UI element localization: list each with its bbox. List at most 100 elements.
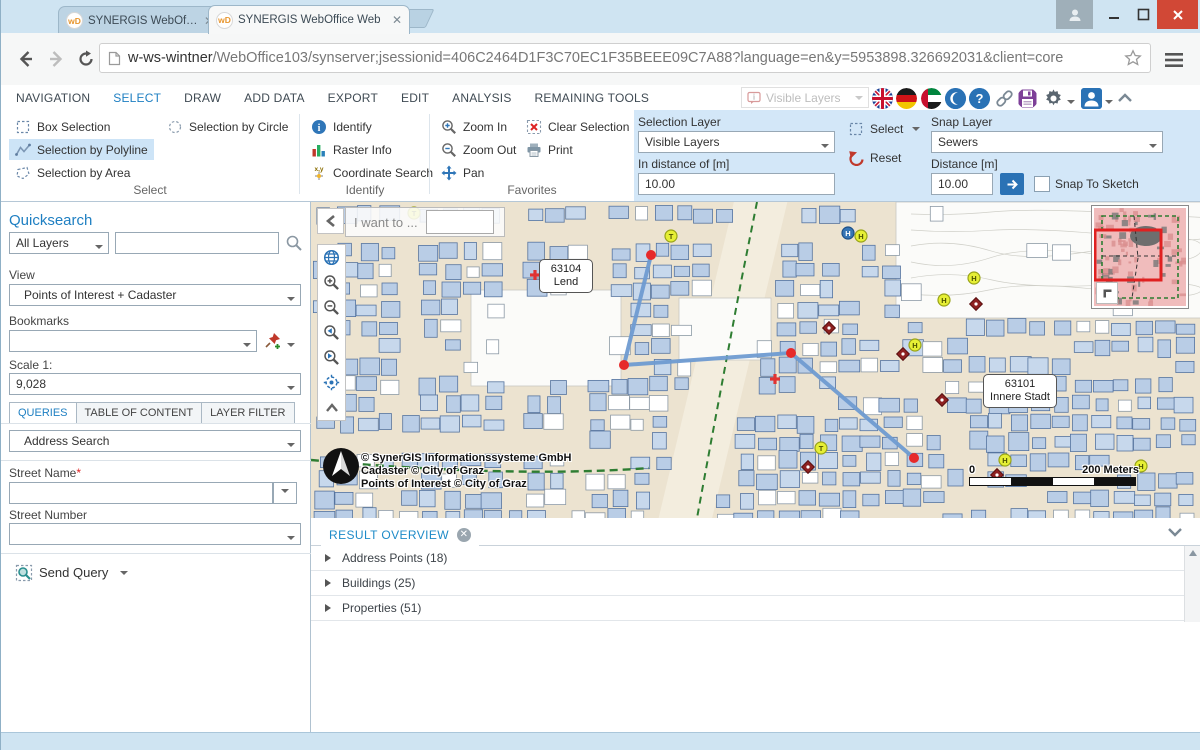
map-zoom-out-icon[interactable] xyxy=(318,295,345,320)
svg-text:x,y: x,y xyxy=(314,166,323,173)
i-want-to-widget[interactable]: I want to ... xyxy=(345,207,505,237)
add-bookmark-pin-icon[interactable] xyxy=(263,331,283,356)
street-name-input[interactable] xyxy=(9,482,273,504)
reset-button[interactable]: Reset xyxy=(842,147,907,168)
url-text: w-ws-wintner/WebOffice103/synserver;jses… xyxy=(128,50,1117,66)
browser-tab-admin[interactable]: wD SYNERGIS WebOffice Adm ✕ xyxy=(58,6,222,34)
result-overview-tab[interactable]: RESULT OVERVIEW ✕ xyxy=(321,522,479,548)
save-icon[interactable] xyxy=(1017,88,1038,109)
query-type-dropdown[interactable]: Address Search xyxy=(9,430,301,452)
zoom-out-icon xyxy=(441,142,457,158)
ribbon-tab-add-data[interactable]: ADD DATA xyxy=(244,91,305,105)
minimize-button[interactable] xyxy=(1099,0,1129,29)
ribbon-tab-analysis[interactable]: ANALYSIS xyxy=(452,91,511,105)
ribbon-tab-remaining-tools[interactable]: REMAINING TOOLS xyxy=(535,91,650,105)
search-icon[interactable] xyxy=(285,234,303,257)
divider xyxy=(1,423,311,424)
ribbon-tab-draw[interactable]: DRAW xyxy=(184,91,221,105)
bookmark-star-icon[interactable] xyxy=(1124,49,1142,67)
svg-text:?: ? xyxy=(976,91,984,106)
ribbon-tab-edit[interactable]: EDIT xyxy=(401,91,429,105)
scale-dropdown[interactable]: 9,028 xyxy=(9,373,301,395)
ribbon-tab-select[interactable]: SELECT xyxy=(113,91,161,105)
quicksearch-layer-dropdown[interactable]: All Layers xyxy=(9,232,109,254)
selection-layer-dropdown[interactable]: Visible Layers xyxy=(638,131,835,153)
result-panel-collapse-icon[interactable] xyxy=(1167,525,1183,544)
scale-bar-segments xyxy=(969,477,1136,486)
user-account-icon[interactable] xyxy=(1081,88,1102,109)
full-extent-globe-icon[interactable] xyxy=(318,245,345,270)
zoom-previous-icon[interactable] xyxy=(318,320,345,345)
maximize-button[interactable] xyxy=(1129,0,1157,29)
selection-by-area-button[interactable]: Selection by Area xyxy=(9,162,136,183)
link-icon[interactable] xyxy=(994,88,1015,109)
map-zoom-in-icon[interactable] xyxy=(318,270,345,295)
locate-position-icon[interactable] xyxy=(318,370,345,395)
zoom-out-button[interactable]: Zoom Out xyxy=(435,139,522,160)
street-name-dropdown-button[interactable] xyxy=(273,482,297,504)
snap-layer-dropdown[interactable]: Sewers xyxy=(931,131,1163,153)
snap-distance-input[interactable] xyxy=(931,173,993,195)
svg-text:i: i xyxy=(318,123,321,134)
zoom-next-icon[interactable] xyxy=(318,345,345,370)
select-button[interactable]: Select xyxy=(842,118,926,139)
tab-title: SYNERGIS WebOffice Web xyxy=(238,14,387,26)
view-dropdown[interactable]: Points of Interest + Cadaster xyxy=(9,284,301,306)
browser-tab-web[interactable]: wD SYNERGIS WebOffice Web ✕ xyxy=(208,5,410,34)
flag-uae-icon[interactable] xyxy=(921,88,942,109)
selection-by-circle-button[interactable]: Selection by Circle xyxy=(161,116,294,137)
reload-button[interactable] xyxy=(73,46,99,72)
zoom-in-button[interactable]: Zoom In xyxy=(435,116,513,137)
result-scrollbar[interactable] xyxy=(1184,546,1200,622)
crescent-icon[interactable] xyxy=(945,88,966,109)
clear-selection-button[interactable]: Clear Selection xyxy=(520,116,635,137)
map-viewport[interactable]: THHHHHTHHT 63104Lend 63101Innere Stadt ©… xyxy=(311,202,1200,518)
overview-map[interactable] xyxy=(1091,205,1189,309)
tab-layer-filter[interactable]: LAYER FILTER xyxy=(202,402,294,424)
scale-label: Scale 1: xyxy=(9,358,52,372)
ribbon-tab-navigation[interactable]: NAVIGATION xyxy=(16,91,90,105)
overview-toggle-icon[interactable] xyxy=(1096,282,1118,304)
user-caret-icon[interactable] xyxy=(1105,100,1113,108)
sidebar-collapse-button[interactable] xyxy=(317,208,344,234)
result-tab-close-icon[interactable]: ✕ xyxy=(457,528,471,542)
in-distance-input[interactable] xyxy=(638,173,835,195)
tab-queries[interactable]: QUERIES xyxy=(9,402,77,424)
tab-table-of-content[interactable]: TABLE OF CONTENT xyxy=(77,402,203,424)
raster-info-button[interactable]: Raster Info xyxy=(305,139,398,160)
coordinate-search-button[interactable]: x,y Coordinate Search xyxy=(305,162,439,183)
quicksearch-input[interactable] xyxy=(115,232,279,254)
svg-text:H: H xyxy=(1138,462,1143,471)
close-button[interactable] xyxy=(1157,0,1198,29)
flag-uk-icon[interactable] xyxy=(872,88,893,109)
result-group-address-points[interactable]: Address Points (18) xyxy=(311,546,1185,571)
box-selection-button[interactable]: Box Selection xyxy=(9,116,116,137)
bookmarks-dropdown[interactable] xyxy=(9,330,257,352)
send-query-button[interactable]: Send Query xyxy=(9,562,134,583)
tools-collapse-up-icon[interactable] xyxy=(318,395,345,420)
selection-by-polyline-button[interactable]: Selection by Polyline xyxy=(9,139,154,160)
snap-to-sketch-checkbox[interactable] xyxy=(1034,176,1050,192)
identify-button[interactable]: i Identify xyxy=(305,116,378,137)
menu-icon[interactable] xyxy=(1161,47,1187,73)
result-group-properties[interactable]: Properties (51) xyxy=(311,596,1185,621)
forward-button[interactable] xyxy=(43,46,69,72)
pan-button[interactable]: Pan xyxy=(435,162,490,183)
help-icon[interactable]: ? xyxy=(969,88,990,109)
flag-germany-icon[interactable] xyxy=(896,88,917,109)
url-bar[interactable]: w-ws-wintner/WebOffice103/synserver;jses… xyxy=(99,43,1151,73)
settings-caret-icon[interactable] xyxy=(1067,100,1075,108)
expand-triangle-icon xyxy=(325,554,335,562)
i-want-to-input[interactable] xyxy=(426,210,494,234)
tab-close-icon[interactable]: ✕ xyxy=(392,13,402,27)
print-button[interactable]: Print xyxy=(520,139,579,160)
profile-icon[interactable] xyxy=(1056,0,1093,29)
result-group-buildings[interactable]: Buildings (25) xyxy=(311,571,1185,596)
bookmark-caret-icon[interactable] xyxy=(287,343,295,351)
back-button[interactable] xyxy=(13,46,39,72)
apply-snap-button[interactable] xyxy=(1000,173,1024,195)
collapse-ribbon-icon[interactable] xyxy=(1117,90,1133,111)
street-number-dropdown[interactable] xyxy=(9,523,301,545)
ribbon-tab-export[interactable]: EXPORT xyxy=(328,91,378,105)
settings-gear-icon[interactable] xyxy=(1043,88,1064,109)
